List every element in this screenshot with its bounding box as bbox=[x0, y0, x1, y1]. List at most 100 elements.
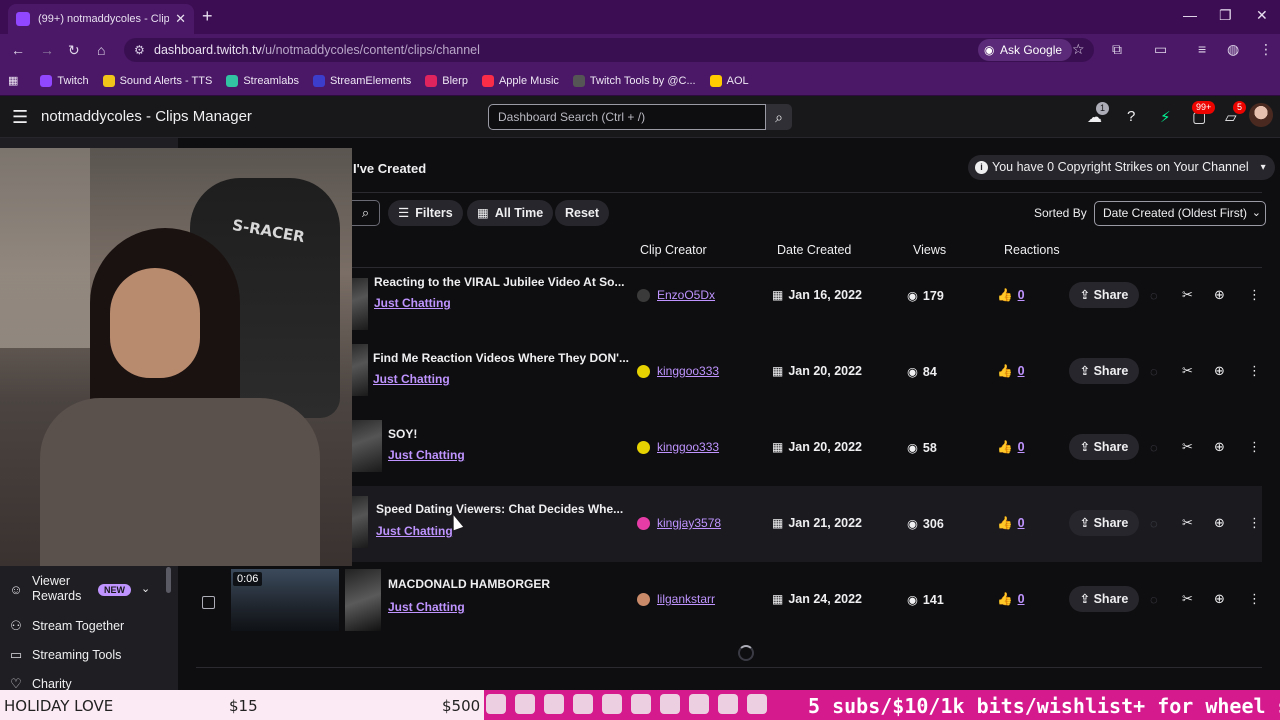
close-tab-icon[interactable]: ✕ bbox=[175, 11, 186, 27]
forward-icon[interactable]: → bbox=[40, 42, 54, 58]
sidebar-item-viewer-rewards[interactable]: ☺ Viewer Rewards bbox=[8, 574, 98, 604]
menu-dots-icon[interactable]: ⋮ bbox=[1259, 41, 1273, 58]
scissors-icon[interactable]: ✂ bbox=[1182, 591, 1193, 607]
more-options-icon[interactable]: ⋮ bbox=[1248, 515, 1261, 531]
share-button[interactable]: ⇪ Share bbox=[1069, 434, 1139, 460]
clip-category-link[interactable]: Just Chatting bbox=[388, 600, 465, 614]
clip-row[interactable]: Find Me Reaction Videos Where They DON'.… bbox=[352, 344, 1262, 420]
clips-tab-heading[interactable]: I've Created bbox=[353, 161, 426, 176]
clip-title[interactable]: MACDONALD HAMBORGER bbox=[388, 577, 550, 591]
clip-title[interactable]: Speed Dating Viewers: Chat Decides Whe..… bbox=[376, 502, 623, 516]
bookmark-sound-alerts[interactable]: Sound Alerts - TTS bbox=[102, 74, 212, 87]
share-button[interactable]: ⇪ Share bbox=[1069, 510, 1139, 536]
bookmark-apple-music[interactable]: Apple Music bbox=[481, 74, 559, 87]
bookmark-aol[interactable]: AOL bbox=[709, 74, 749, 87]
lightning-icon[interactable]: ⚡ bbox=[1160, 108, 1171, 126]
add-circle-icon[interactable]: ⊕ bbox=[1214, 439, 1225, 455]
bookmark-streamlabs[interactable]: Streamlabs bbox=[226, 74, 299, 87]
share-button[interactable]: ⇪ Share bbox=[1069, 586, 1139, 612]
sidebar-item-streaming-tools[interactable]: ▭ Streaming Tools bbox=[8, 647, 122, 663]
sort-select[interactable]: Date Created (Oldest First) ⌄ bbox=[1094, 201, 1266, 226]
new-tab-icon[interactable]: + bbox=[202, 6, 213, 27]
url-bar[interactable]: ⚙ dashboard.twitch.tv/u/notmaddycoles/co… bbox=[124, 38, 1094, 62]
clip-row[interactable]: MACDONALD HAMBORGER Just Chatting lilgan… bbox=[352, 562, 1262, 638]
restore-icon[interactable]: ❐ bbox=[1219, 7, 1232, 24]
add-circle-icon[interactable]: ⊕ bbox=[1214, 287, 1225, 303]
clip-reactions[interactable]: 👍 0 bbox=[997, 516, 1025, 531]
clip-reactions[interactable]: 👍 0 bbox=[997, 288, 1025, 303]
clip-reactions[interactable]: 👍 0 bbox=[997, 592, 1025, 607]
bookmark-twitch-tools[interactable]: Twitch Tools by @C... bbox=[572, 74, 696, 87]
column-header-reactions[interactable]: Reactions bbox=[1004, 243, 1060, 257]
hamburger-menu-icon[interactable]: ☰ bbox=[12, 107, 28, 128]
clip-row[interactable]: Reacting to the VIRAL Jubilee Video At S… bbox=[352, 268, 1262, 344]
clip-title[interactable]: Reacting to the VIRAL Jubilee Video At S… bbox=[374, 275, 624, 289]
clip-category-link[interactable]: Just Chatting bbox=[376, 524, 453, 538]
clip-creator-link[interactable]: lilgankstarr bbox=[637, 592, 715, 606]
clip-thumbnail[interactable] bbox=[352, 420, 382, 472]
user-avatar[interactable] bbox=[1249, 103, 1273, 127]
browser-tab[interactable]: (99+) notmaddycoles - Clips M ✕ bbox=[8, 4, 194, 34]
clip-thumbnail[interactable] bbox=[352, 496, 368, 548]
close-window-icon[interactable]: ✕ bbox=[1256, 7, 1268, 24]
scissors-icon[interactable]: ✂ bbox=[1182, 515, 1193, 531]
reset-button[interactable]: Reset bbox=[555, 200, 610, 226]
share-button[interactable]: ⇪ Share bbox=[1069, 282, 1139, 308]
clip-creator-link[interactable]: kinggoo333 bbox=[637, 440, 719, 454]
scissors-icon[interactable]: ✂ bbox=[1182, 287, 1193, 303]
bookmark-twitch[interactable]: Twitch bbox=[40, 74, 89, 87]
add-circle-icon[interactable]: ⊕ bbox=[1214, 363, 1225, 379]
more-options-icon[interactable]: ⋮ bbox=[1248, 591, 1261, 607]
column-header-views[interactable]: Views bbox=[913, 243, 946, 257]
clip-select-checkbox[interactable] bbox=[202, 596, 215, 609]
more-options-icon[interactable]: ⋮ bbox=[1248, 363, 1261, 379]
media-icon[interactable]: ≡ bbox=[1198, 41, 1206, 57]
copyright-strikes-banner[interactable]: i You have 0 Copyright Strikes on Your C… bbox=[968, 155, 1275, 180]
clip-category-link[interactable]: Just Chatting bbox=[373, 372, 450, 386]
clip-search-icon[interactable]: ⌕ bbox=[352, 200, 380, 226]
ask-google-button[interactable]: ◉ Ask Google bbox=[978, 39, 1073, 61]
more-options-icon[interactable]: ⋮ bbox=[1248, 287, 1261, 303]
clip-row[interactable]: Speed Dating Viewers: Chat Decides Whe..… bbox=[352, 486, 1262, 562]
clip-title[interactable]: SOY! bbox=[388, 427, 417, 441]
chevron-down-icon[interactable]: ⌄ bbox=[141, 582, 150, 595]
add-circle-icon[interactable]: ⊕ bbox=[1214, 515, 1225, 531]
clip-reactions[interactable]: 👍 0 bbox=[997, 440, 1025, 455]
clip-creator-link[interactable]: kinggoo333 bbox=[637, 364, 719, 378]
dashboard-search-input[interactable]: Dashboard Search (Ctrl + /) bbox=[488, 104, 766, 130]
bookmark-blerp[interactable]: Blerp bbox=[425, 74, 468, 87]
clip-category-link[interactable]: Just Chatting bbox=[374, 296, 451, 310]
clip-category-link[interactable]: Just Chatting bbox=[388, 448, 465, 462]
extensions-icon[interactable]: ⧉ bbox=[1112, 41, 1122, 58]
clip-reactions[interactable]: 👍 0 bbox=[997, 364, 1025, 379]
add-circle-icon[interactable]: ⊕ bbox=[1214, 591, 1225, 607]
site-info-icon[interactable]: ⚙ bbox=[134, 43, 145, 57]
apps-grid-icon[interactable]: ▦ bbox=[8, 74, 18, 87]
column-header-date[interactable]: Date Created bbox=[777, 243, 851, 257]
clip-creator-link[interactable]: EnzoO5Dx bbox=[637, 288, 715, 302]
home-icon[interactable]: ⌂ bbox=[97, 42, 105, 58]
search-icon[interactable]: ⌕ bbox=[766, 104, 792, 130]
cast-icon[interactable]: ▭ bbox=[1154, 41, 1167, 58]
filters-button[interactable]: ☰ Filters bbox=[388, 200, 463, 226]
bookmark-streamelements[interactable]: StreamElements bbox=[312, 74, 411, 87]
back-icon[interactable]: ← bbox=[11, 42, 25, 58]
scissors-icon[interactable]: ✂ bbox=[1182, 363, 1193, 379]
bookmark-star-icon[interactable]: ☆ bbox=[1072, 41, 1085, 58]
share-button[interactable]: ⇪ Share bbox=[1069, 358, 1139, 384]
all-time-button[interactable]: ▦ All Time bbox=[467, 200, 554, 226]
column-header-creator[interactable]: Clip Creator bbox=[640, 243, 707, 257]
minimize-icon[interactable]: — bbox=[1183, 7, 1197, 23]
clip-thumbnail[interactable] bbox=[352, 278, 368, 330]
clip-thumbnail[interactable] bbox=[352, 344, 368, 396]
profile-icon[interactable]: ◍ bbox=[1227, 41, 1239, 58]
sidebar-scrollbar[interactable] bbox=[166, 567, 171, 593]
sidebar-item-stream-together[interactable]: ⚇ Stream Together bbox=[8, 618, 124, 634]
clip-row[interactable]: SOY! Just Chatting kinggoo333 ▦ Jan 20, 2… bbox=[352, 420, 1262, 496]
clip-title[interactable]: Find Me Reaction Videos Where They DON'.… bbox=[373, 351, 629, 365]
more-options-icon[interactable]: ⋮ bbox=[1248, 439, 1261, 455]
scissors-icon[interactable]: ✂ bbox=[1182, 439, 1193, 455]
help-icon[interactable]: ? bbox=[1127, 108, 1135, 125]
clip-creator-link[interactable]: kingjay3578 bbox=[637, 516, 721, 530]
reload-icon[interactable]: ↻ bbox=[68, 42, 80, 59]
